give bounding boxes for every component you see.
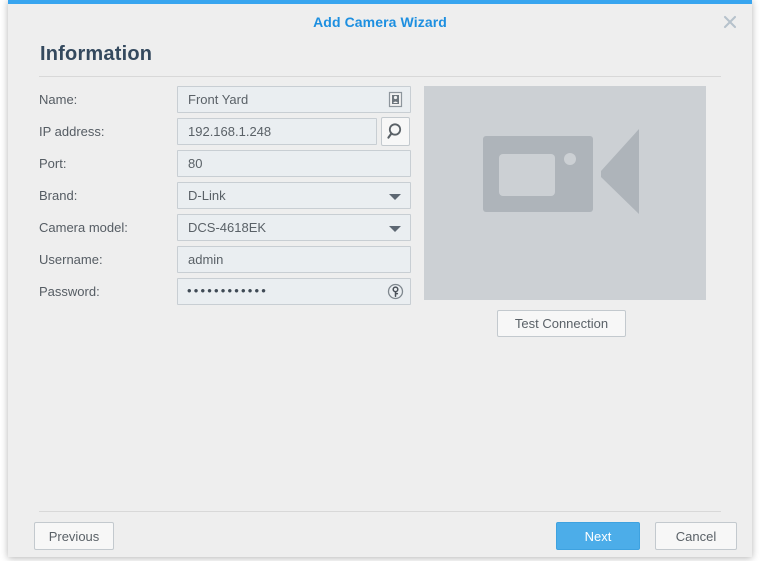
ip-search-button[interactable]	[381, 117, 410, 146]
form-row-ip-address: IP address:	[39, 117, 411, 150]
chevron-down-icon	[389, 226, 401, 232]
form-row-camera-model: Camera model: DCS-4618EK	[39, 214, 411, 246]
test-connection-button[interactable]: Test Connection	[497, 310, 626, 337]
ip-address-label: IP address:	[39, 124, 105, 139]
chevron-down-icon	[389, 194, 401, 200]
heading-divider	[39, 76, 721, 77]
key-circle-glyph	[387, 283, 404, 300]
add-camera-wizard-dialog: Add Camera Wizard Information Name: Fron…	[8, 0, 752, 557]
address-book-glyph	[388, 91, 403, 108]
ip-address-field-wrap	[177, 117, 410, 146]
camera-model-label: Camera model:	[39, 220, 128, 235]
next-button[interactable]: Next	[556, 522, 640, 550]
close-icon[interactable]	[714, 6, 746, 38]
port-label: Port:	[39, 156, 67, 171]
camera-information-form: Name: IP address:	[39, 86, 411, 310]
camera-model-select[interactable]: DCS-4618EK	[177, 214, 411, 241]
camera-model-selected-value: DCS-4618EK	[188, 220, 267, 235]
form-row-name: Name:	[39, 86, 411, 118]
password-field-wrap: ••••••••••••	[177, 278, 411, 305]
username-label: Username:	[39, 252, 103, 267]
username-field-wrap	[177, 246, 411, 273]
brand-select[interactable]: D-Link	[177, 182, 411, 209]
brand-label: Brand:	[39, 188, 78, 203]
name-input[interactable]	[177, 86, 411, 113]
address-book-icon[interactable]	[386, 90, 405, 109]
footer-divider	[39, 511, 721, 512]
name-field-wrap	[177, 86, 411, 113]
brand-field-wrap: D-Link	[177, 182, 411, 209]
brand-selected-value: D-Link	[188, 188, 226, 203]
password-label: Password:	[39, 284, 100, 299]
window-title: Add Camera Wizard	[313, 14, 447, 30]
close-x-icon	[723, 15, 737, 29]
cancel-button[interactable]: Cancel	[655, 522, 737, 550]
form-row-port: Port:	[39, 150, 411, 182]
form-row-password: Password: ••••••••••••	[39, 278, 411, 310]
key-circle-icon[interactable]	[386, 282, 405, 301]
previous-button[interactable]: Previous	[34, 522, 114, 550]
dialog-titlebar: Add Camera Wizard	[8, 4, 752, 40]
username-input[interactable]	[177, 246, 411, 273]
form-row-username: Username:	[39, 246, 411, 278]
video-camera-icon	[483, 129, 639, 214]
port-field-wrap	[177, 150, 411, 177]
form-row-brand: Brand: D-Link	[39, 182, 411, 214]
camera-preview-placeholder	[424, 86, 706, 300]
page-title: Information	[40, 43, 153, 65]
search-icon	[387, 123, 402, 139]
password-input[interactable]	[177, 278, 411, 305]
name-label: Name:	[39, 92, 78, 107]
ip-address-input[interactable]	[177, 118, 377, 145]
port-input[interactable]	[177, 150, 411, 177]
camera-model-field-wrap: DCS-4618EK	[177, 214, 411, 241]
